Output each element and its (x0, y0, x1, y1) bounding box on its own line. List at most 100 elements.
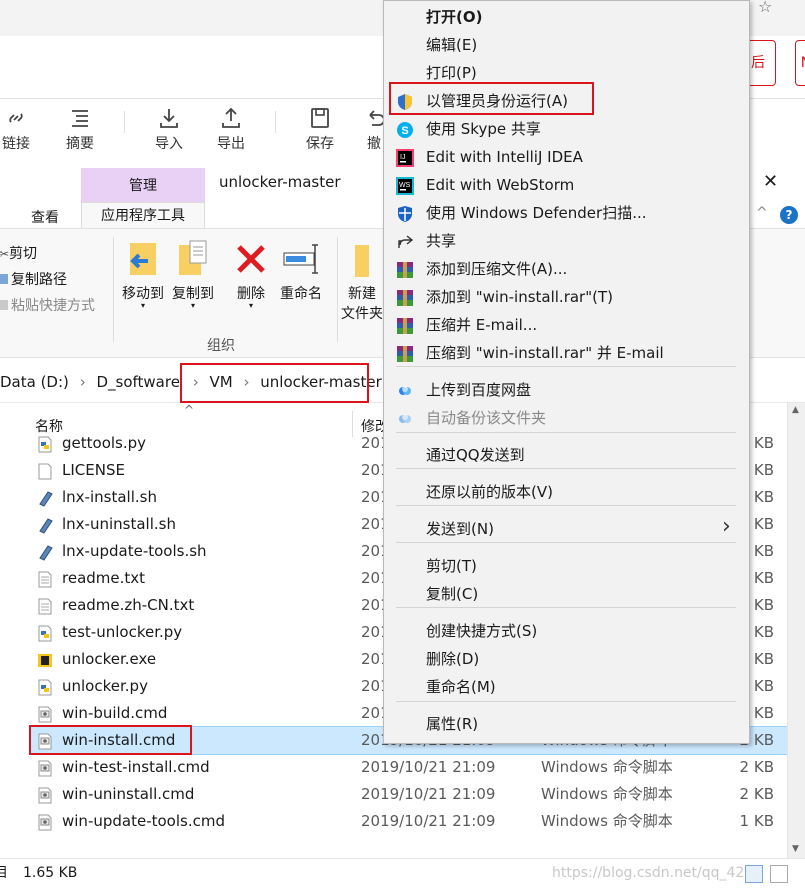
menu-separator (396, 432, 736, 433)
menu-item[interactable]: 剪切(T) (384, 552, 749, 580)
menu-item[interactable]: 打开(O) (384, 3, 749, 31)
menu-item[interactable]: 编辑(E) (384, 31, 749, 59)
copy-to-button[interactable]: 复制到 ▾ (170, 239, 216, 310)
menu-item-label: 添加到压缩文件(A)... (426, 260, 568, 278)
menu-item-label: 还原以前的版本(V) (426, 483, 553, 501)
copy-to-icon (179, 240, 207, 275)
menu-item[interactable]: 压缩到 "win-install.rar" 并 E-mail (384, 339, 749, 367)
menu-item-label: 创建快捷方式(S) (426, 622, 538, 640)
menu-item[interactable]: 共享 (384, 227, 749, 255)
file-name: win-update-tools.cmd (62, 811, 225, 830)
delete-chevron-icon: ▾ (248, 301, 253, 310)
paste-shortcut-icon (0, 300, 8, 310)
file-date: 2019/10/21 21:09 (361, 757, 496, 776)
save-icon (311, 108, 329, 128)
rename-button[interactable]: 重命名 (278, 239, 324, 303)
menu-item[interactable]: 上传到百度网盘 (384, 376, 749, 404)
file-name: test-unlocker.py (62, 622, 183, 641)
export-icon (222, 107, 240, 128)
menu-item[interactable]: 属性(R) (384, 710, 749, 738)
scroll-up-icon[interactable]: ▲ (792, 405, 799, 415)
cmd-file-icon (37, 705, 53, 722)
python-file-icon (37, 624, 53, 641)
menu-item[interactable]: 添加到 "win-install.rar"(T) (384, 283, 749, 311)
menu-item[interactable]: 创建快捷方式(S) (384, 617, 749, 645)
menu-item[interactable]: 添加到压缩文件(A)... (384, 255, 749, 283)
menu-item[interactable]: 复制(C) (384, 580, 749, 608)
paste-shortcut-button[interactable]: 粘贴快捷方式 (0, 295, 95, 315)
scrollbar[interactable]: ▲ ▼ (787, 403, 805, 858)
new-folder-label-1: 新建 (348, 286, 376, 302)
menu-item[interactable]: 压缩并 E-mail... (384, 311, 749, 339)
cut-button[interactable]: ✂剪切 (0, 243, 37, 263)
delete-icon (237, 245, 265, 273)
new-folder-icon (355, 245, 369, 277)
new-folder-button[interactable]: 新建 文件夹 (340, 239, 384, 323)
watermark-text: https://blog.csdn.net/qq_42 (552, 865, 745, 881)
link-label: 链接 (2, 136, 30, 152)
menu-item[interactable]: IJ Edit with IntelliJ IDEA (384, 143, 749, 171)
copy-path-button[interactable]: 复制路径 (0, 269, 67, 289)
file-type: Windows 命令脚本 (541, 811, 673, 830)
breadcrumb-drive[interactable]: Data (D:) (0, 373, 69, 391)
summary-button[interactable]: 摘要 (62, 107, 98, 153)
menu-item-label: 压缩到 "win-install.rar" 并 E-mail (426, 344, 664, 362)
menu-item-label: 编辑(E) (426, 36, 478, 54)
exe-file-icon (37, 651, 53, 668)
context-tab-manage[interactable]: 管理 (81, 168, 205, 202)
collapse-ribbon-icon[interactable]: ^ (756, 205, 768, 221)
link-button[interactable]: 链接 (0, 107, 36, 153)
menu-item-label: 打开(O) (426, 8, 483, 26)
menu-item-label: 删除(D) (426, 650, 480, 668)
delete-label: 删除 (237, 286, 265, 302)
export-button[interactable]: 导出 (213, 107, 249, 153)
tab-view[interactable]: 查看 (31, 207, 59, 227)
menu-item[interactable]: 通过QQ发送到 (384, 441, 749, 469)
star-plus-icon[interactable]: ☆ (758, 0, 780, 16)
file-size: 2 KB (739, 784, 774, 803)
menu-item[interactable]: 发送到(N) › (384, 514, 749, 543)
file-row[interactable]: win-test-install.cmd 2019/10/21 21:09 Wind… (30, 754, 790, 781)
import-button[interactable]: 导入 (151, 107, 187, 153)
breadcrumb-d-software[interactable]: D_software (96, 373, 179, 391)
winrar-icon (396, 288, 414, 306)
undo-button[interactable]: 撤 (364, 107, 384, 153)
save-button[interactable]: 保存 (302, 107, 338, 153)
svg-text:WS: WS (399, 182, 411, 189)
red-action-button-2[interactable]: N (795, 40, 805, 86)
tab-application-tools[interactable]: 应用程序工具 (81, 202, 205, 230)
details-view-icon[interactable] (745, 865, 763, 883)
file-name: win-build.cmd (62, 703, 168, 722)
close-window-button[interactable]: ✕ (763, 171, 778, 192)
file-name: lnx-uninstall.sh (62, 514, 176, 533)
ribbon-divider (113, 237, 114, 342)
menu-item[interactable]: S 使用 Skype 共享 (384, 115, 749, 143)
rename-icon (283, 244, 318, 274)
winrar-icon (396, 260, 414, 278)
file-row[interactable]: win-uninstall.cmd 2019/10/21 21:09 Windows… (30, 781, 790, 808)
menu-item[interactable]: WS Edit with WebStorm (384, 171, 749, 199)
file-name: win-uninstall.cmd (62, 784, 195, 803)
window-title: unlocker-master (219, 173, 341, 191)
import-icon (160, 109, 178, 128)
python-file-icon (37, 678, 53, 695)
skype-icon: S (396, 120, 414, 138)
menu-item[interactable]: 重命名(M) (384, 673, 749, 701)
move-to-button[interactable]: 移动到 ▾ (120, 239, 166, 310)
large-icons-view-icon[interactable] (770, 865, 788, 883)
text-file-icon (37, 597, 53, 614)
menu-item[interactable]: 删除(D) (384, 645, 749, 673)
help-icon[interactable]: ? (780, 206, 798, 224)
organize-group-label: 组织 (207, 338, 235, 354)
file-row[interactable]: win-update-tools.cmd 2019/10/21 21:09 Wind… (30, 808, 790, 835)
menu-item-label: 剪切(T) (426, 557, 477, 575)
menu-item[interactable]: 使用 Windows Defender扫描... (384, 199, 749, 227)
breadcrumb-highlight-box (180, 363, 369, 403)
python-file-icon (37, 435, 53, 452)
menu-item[interactable]: 还原以前的版本(V) (384, 478, 749, 506)
copy-to-label: 复制到 (172, 286, 214, 302)
menu-item: 自动备份该文件夹 (384, 404, 749, 432)
menu-item-label: 共享 (426, 232, 457, 250)
scroll-down-icon[interactable]: ▼ (792, 844, 799, 854)
delete-button[interactable]: 删除 ▾ (231, 239, 271, 310)
